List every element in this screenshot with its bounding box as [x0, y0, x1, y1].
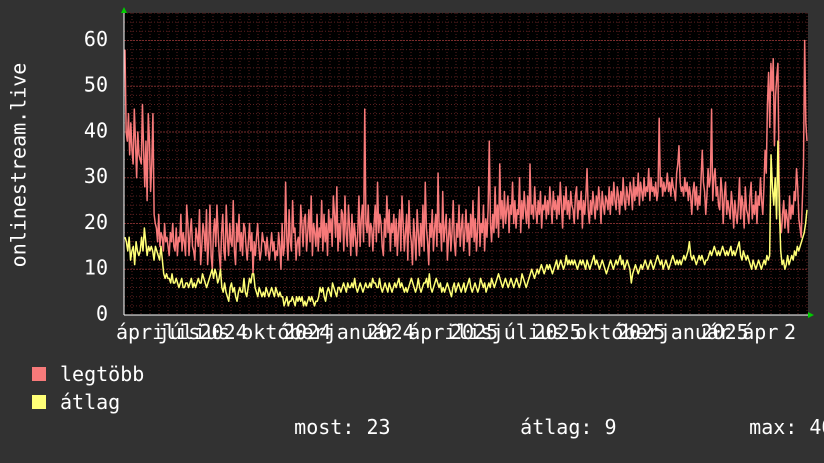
legend-swatch-legtobb — [32, 367, 46, 381]
stat-max-value: 40 — [809, 415, 824, 439]
x-tick-label: ápr — [742, 320, 778, 344]
stat-atlag-label: átlag: — [520, 415, 593, 439]
stat-most: most: 23 — [246, 391, 391, 463]
y-axis-arrow-icon — [121, 7, 127, 13]
stat-atlag-value: 9 — [604, 415, 617, 439]
stat-max: max: 40 — [701, 391, 824, 463]
legend-item-atlag: átlag — [32, 390, 121, 414]
y-tick-label: 10 — [84, 256, 108, 280]
y-tick-label: 20 — [84, 210, 108, 234]
legend-item-legtobb: legtöbb — [32, 362, 145, 386]
stat-max-label: max: — [749, 415, 798, 439]
stat-atlag: átlag: 9 — [472, 391, 617, 463]
y-tick-label: 50 — [84, 73, 108, 97]
y-tick-labels: 0 10 20 30 40 50 60 — [84, 27, 108, 326]
stat-most-value: 23 — [366, 415, 391, 439]
y-tick-label: 0 — [96, 302, 108, 326]
x-axis-arrow-icon — [808, 312, 814, 318]
legend-label-atlag: átlag — [60, 390, 121, 414]
y-tick-label: 60 — [84, 27, 108, 51]
y-tick-label: 30 — [84, 164, 108, 188]
stat-most-label: most: — [294, 415, 355, 439]
legend-swatch-atlag — [32, 395, 46, 409]
y-axis-label: onlinestream.live — [7, 63, 31, 268]
chart-root: 0 10 20 30 40 50 60 április július 2024 október 20… — [0, 0, 824, 439]
x-tick-labels: áprilisjúlius2024október2024január2024áp… — [116, 320, 796, 344]
legend-label-legtobb: legtöbb — [60, 362, 145, 386]
x-tick-label: 2 — [784, 320, 796, 344]
y-tick-label: 40 — [84, 118, 108, 142]
